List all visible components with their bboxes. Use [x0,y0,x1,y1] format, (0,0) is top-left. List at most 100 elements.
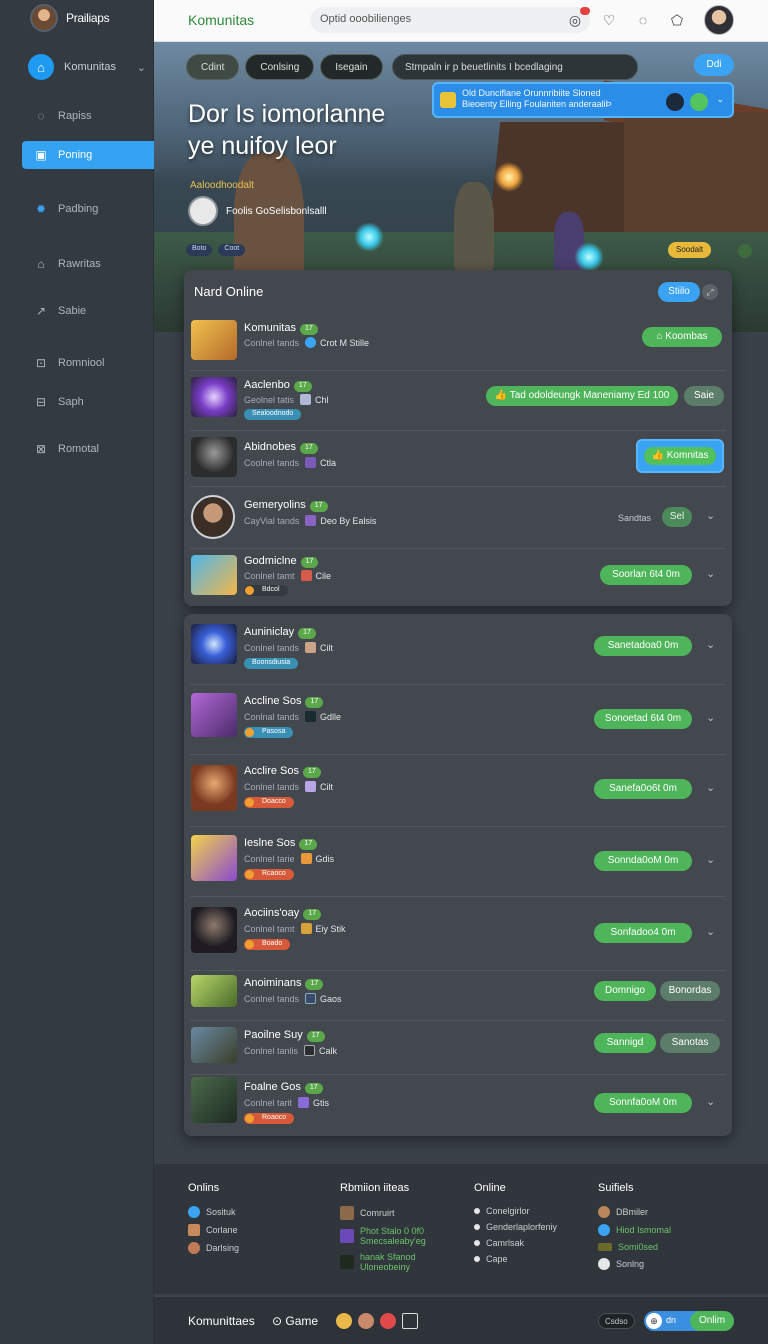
list-item[interactable]: Godmiclne 17 Conlnel tamt Cile Bdcol Soorl… [190,548,726,604]
footer-link[interactable]: Cape [474,1254,557,1264]
heart-icon[interactable]: ♡ [600,11,618,29]
action-button[interactable]: Sannigd [594,1033,656,1053]
footer-link[interactable]: Genderlaplorfeniy [474,1222,557,1232]
panel-button[interactable]: Stiilo [658,282,700,302]
brand-title[interactable]: Komunitas [188,12,254,28]
tab-conlsing[interactable]: Conlsing [245,54,315,80]
bottom-brand[interactable]: Komunittaes [188,1314,255,1328]
list-item[interactable]: Aaclenbo 17 Geolnel tatis Chl Sealoodnodo … [190,370,726,430]
list-item[interactable]: Ieslne Sos 17 Conlnel tarie Gdis Rcaoco So… [190,826,726,896]
tab-isegain[interactable]: Isegain [320,54,383,80]
footer-link[interactable]: Sonlng [598,1258,671,1270]
hero-chip-right[interactable]: Soodalt [668,242,712,258]
hero-user[interactable]: Foolis GoSelisbonlsalll [188,196,327,226]
list-item[interactable]: Gemeryolins 17 CayVial tands Deo By Ealsis… [190,486,726,548]
search-input[interactable]: Optid ooobilienges [310,7,590,33]
action-button[interactable]: Soorlan 6t4 0m [600,565,692,585]
heart-icon[interactable] [380,1313,396,1329]
footer-link[interactable]: Darlsing [188,1242,239,1254]
list-item[interactable]: Foalne Gos 17 Conlnel tarit Gtis Roaoco So… [190,1074,726,1134]
sidebar-item-romniool[interactable]: ⊡ Romniool [22,349,154,377]
footer-link[interactable]: Hiod Ismomal [598,1224,671,1236]
footer-link[interactable]: Comruirt [340,1206,460,1220]
list-item[interactable]: Anoiminans 17 Conlnel tands Gaos Domnigo B… [190,970,726,1020]
chevron-down-icon[interactable]: ⌄ [706,781,715,794]
chevron-down-icon[interactable]: ⌄ [706,925,715,938]
footer-link[interactable]: DBmiler [598,1206,671,1218]
action-button[interactable]: 👍 Tad odoldeungk Maneniamy Ed 100 [486,386,678,406]
footer-link[interactable]: Corlane [188,1224,239,1236]
chevron-down-icon[interactable]: ⌄ [706,853,715,866]
chevron-down-icon[interactable]: ⌄ [706,638,715,651]
profile[interactable]: Prailiaps [30,4,110,32]
expand-icon[interactable]: ⤢ [702,284,718,300]
hero-chip[interactable]: Boto [186,244,213,256]
list-item[interactable]: Komunitas 17 Conlnel tands Crot M Stille ⌂… [190,314,726,370]
list-item[interactable]: Aociins'oay 17 Conlnel tamt Eiy Stik Boado… [190,896,726,970]
footer-link[interactable]: Phot Stalo 0 0f0 Smecsaleaby'eg [340,1226,460,1246]
sidebar-item-rapiss[interactable]: ◌ Rapiss [22,102,154,130]
secondary-button[interactable]: Bonordas [660,981,720,1001]
footer-link[interactable]: Conelgirlor [474,1206,557,1216]
sidebar-item-label: Rapiss [58,110,92,122]
list-item[interactable]: Auniniclay 17 Conlnel tands Cilt Boonsdius… [190,618,726,684]
action-button[interactable]: Sel [662,507,692,527]
action-button[interactable]: Sonnda0oM 0m [594,851,692,871]
footer-link[interactable]: Camrlsak [474,1238,557,1248]
action-button[interactable]: Sonfadoo4 0m [594,923,692,943]
notification-icon[interactable]: ◎ [566,7,590,29]
list-item[interactable]: Abidnobes 17 Coolnel tands Ctla 👍 Komnitas [190,430,726,486]
action-button[interactable]: Sanetadoa0 0m [594,636,692,656]
status-tag-text: Pasosa [262,728,286,735]
hero-action-button[interactable]: Ddi [694,54,734,76]
hero-effect [574,242,604,272]
settings-icon[interactable]: ⬠ [668,11,686,29]
share-icon[interactable] [402,1313,418,1329]
list-item[interactable]: Acclire Sos 17 Conlnel tands Cilt Doacco S… [190,754,726,826]
sidebar-item-sabie[interactable]: ↗ Sabie [22,297,154,325]
footer-link[interactable]: hanak Sfanod Uloneobeiny [340,1252,460,1272]
footer-link[interactable]: Sosituk [188,1206,239,1218]
chat-button[interactable]: 👍 Komnitas [636,439,724,473]
sidebar-item-padbing[interactable]: ✹ Padbing [22,195,154,223]
bottom-game-link[interactable]: ⊙ Game [272,1314,318,1328]
hero-chip[interactable]: Coot [218,244,246,256]
action-button[interactable]: Sonoetad 6t4 0m [594,709,692,729]
controller-icon[interactable] [666,93,684,111]
footer-link[interactable]: Somi0sed [598,1242,671,1252]
chevron-down-icon[interactable]: ⌄ [706,567,715,580]
bottom-chip[interactable]: Csdso [598,1313,635,1329]
online-button[interactable]: Onlim [690,1311,734,1331]
online-toggle[interactable]: ⊕ dn Onlim [644,1311,734,1331]
secondary-button[interactable]: Saie [684,386,724,406]
sidebar-item-saph[interactable]: ⊟ Saph [22,388,154,416]
action-button[interactable]: Sanefa0o6t 0m [594,779,692,799]
action-button[interactable]: ⌂ Koombas [642,327,722,347]
action-button[interactable]: Sonnfa0oM 0m [594,1093,692,1113]
user-sub: Conlnel tanlis Calk [244,1045,337,1056]
avatar[interactable] [30,4,58,32]
list-item[interactable]: Accline Sos 17 Conlnal tands Gdlle Pasosa … [190,684,726,754]
game-icon[interactable] [336,1313,352,1329]
status-tag: Roaoco [244,1113,295,1124]
chevron-down-icon[interactable]: ⌄ [706,1095,715,1108]
list-item[interactable]: Paoilne Suy 17 Conlnel tanlis Calk Sannigd… [190,1020,726,1074]
chevron-down-icon[interactable]: ⌄ [706,509,715,522]
community-selector[interactable]: ⌂ Komunitas ⌄ [28,54,146,80]
avatar-icon[interactable] [358,1313,374,1329]
sidebar-item-poning[interactable]: ▣ Poning [22,141,154,169]
sidebar-item-romotal[interactable]: ⊠ Romotal [22,435,154,463]
user-avatar[interactable] [704,5,734,35]
hero-chip-icon[interactable] [738,244,752,258]
user-name-text: Abidnobes [244,441,296,453]
tab-cdint[interactable]: Cdint [186,54,240,80]
action-button[interactable]: Domnigo [594,981,656,1001]
notification-banner[interactable]: Old Dunciflane Orunnribiite Sloned Bieoe… [432,82,734,118]
secondary-button[interactable]: Sanotas [660,1033,720,1053]
chevron-down-icon[interactable]: ⌄ [716,94,724,105]
hero-search-input[interactable]: Stmpaln ir p beuetlinits I bcedlaging [392,54,638,80]
chat-icon[interactable]: ◌ [634,11,652,29]
chevron-down-icon[interactable]: ⌄ [706,711,715,724]
status-icon[interactable] [690,93,708,111]
sidebar-item-rawritas[interactable]: ⌂ Rawritas [22,250,154,278]
